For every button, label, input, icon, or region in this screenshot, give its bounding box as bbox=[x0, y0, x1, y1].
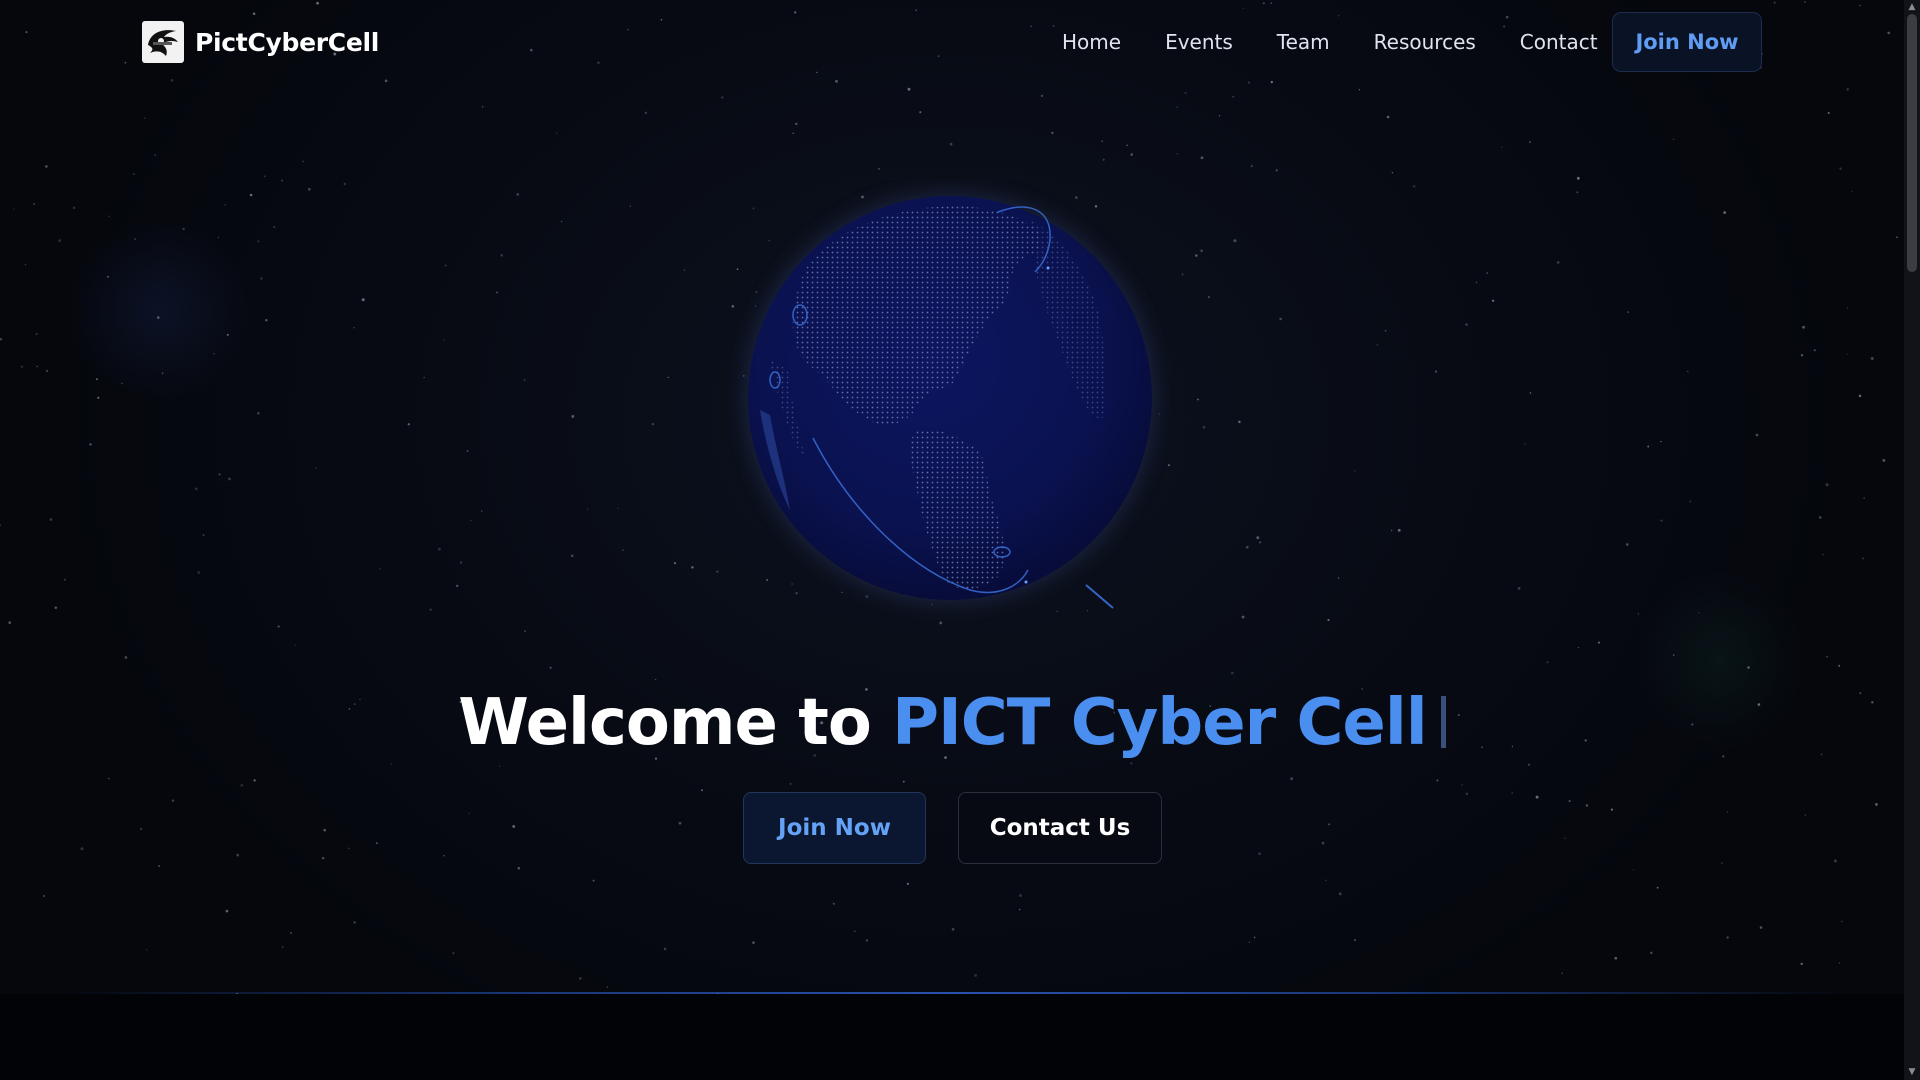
page: PictCyberCell Home Events Team Resources… bbox=[0, 0, 1920, 1080]
join-now-button[interactable]: Join Now bbox=[743, 792, 926, 864]
hero-title-accent: PICT Cyber Cell bbox=[892, 686, 1428, 760]
brand[interactable]: PictCyberCell bbox=[142, 21, 379, 63]
contact-us-button[interactable]: Contact Us bbox=[958, 792, 1162, 864]
nav-links: Home Events Team Resources Contact bbox=[1040, 24, 1620, 60]
scrollbar[interactable]: ▲ ▼ bbox=[1904, 0, 1920, 1080]
nav-link-contact[interactable]: Contact bbox=[1498, 30, 1620, 54]
scroll-down-arrow-icon[interactable]: ▼ bbox=[1907, 1066, 1917, 1078]
lower-section bbox=[0, 994, 1904, 1080]
globe-graphic bbox=[730, 180, 1170, 620]
navbar: PictCyberCell Home Events Team Resources… bbox=[0, 0, 1904, 84]
hero-buttons: Join Now Contact Us bbox=[743, 792, 1162, 864]
nav-link-team[interactable]: Team bbox=[1255, 30, 1352, 54]
scroll-up-arrow-icon[interactable]: ▲ bbox=[1907, 1, 1917, 13]
hero-title: Welcome to PICT Cyber Cell bbox=[0, 686, 1904, 760]
scrollbar-thumb[interactable] bbox=[1907, 14, 1917, 272]
nav-link-resources[interactable]: Resources bbox=[1352, 30, 1498, 54]
eagle-logo-icon bbox=[142, 21, 184, 63]
nav-link-home[interactable]: Home bbox=[1040, 30, 1143, 54]
nav-link-events[interactable]: Events bbox=[1143, 30, 1255, 54]
typing-cursor bbox=[1440, 696, 1446, 748]
brand-name: PictCyberCell bbox=[195, 27, 380, 57]
globe-icon bbox=[744, 192, 1156, 609]
hero-title-prefix: Welcome to bbox=[458, 686, 871, 760]
nav-join-button[interactable]: Join Now bbox=[1612, 12, 1762, 72]
